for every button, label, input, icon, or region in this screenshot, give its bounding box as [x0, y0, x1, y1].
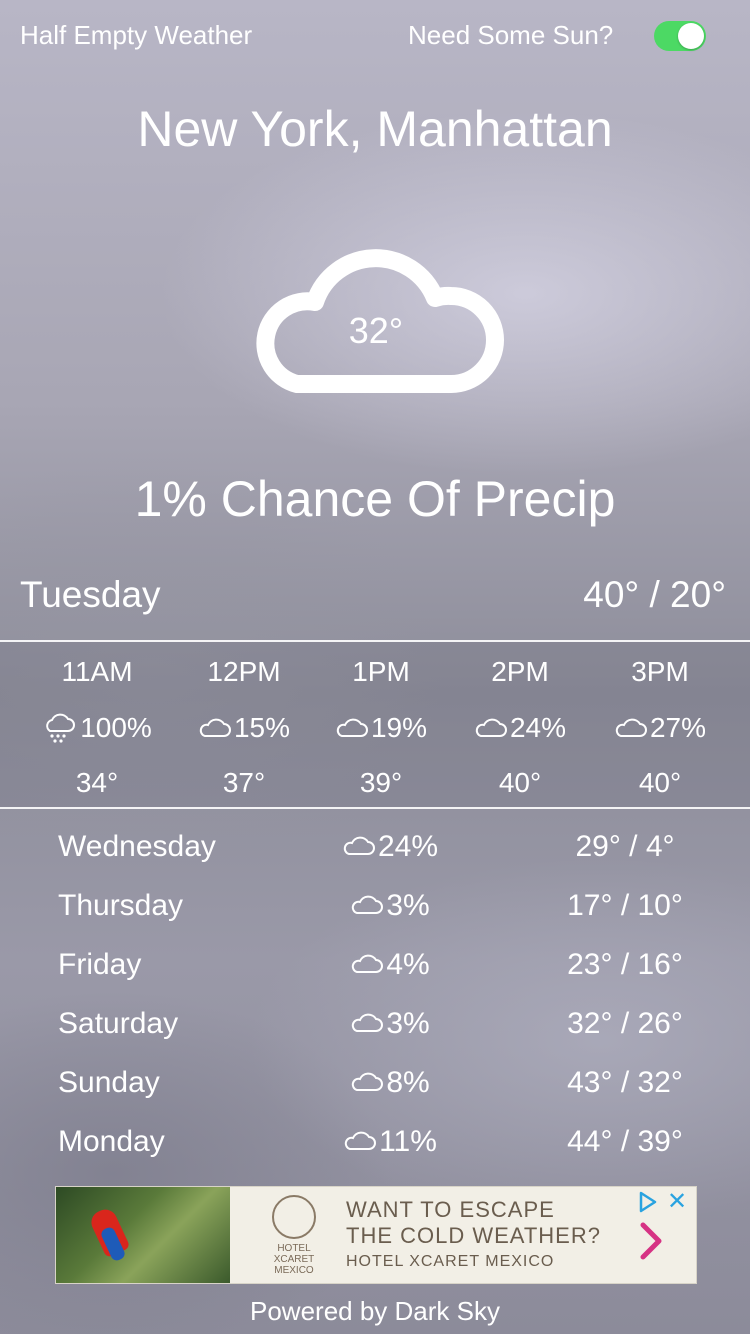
ad-close-button[interactable]: ✕ — [664, 1189, 690, 1215]
sun-toggle-label: Need Some Sun? — [408, 20, 614, 50]
daily-range: 44° / 39° — [567, 1125, 683, 1158]
cloud-icon — [343, 836, 375, 856]
hour-precip: 24% — [450, 712, 590, 744]
hour-precip-value: 15% — [233, 712, 291, 743]
chevron-right-icon[interactable] — [638, 1221, 664, 1261]
cloud-icon — [352, 895, 384, 915]
daily-day: Friday — [58, 948, 142, 981]
hourly-forecast[interactable]: 11AM 100% 34° 12PM 15% 37° 1PM 19% 39° 2… — [0, 642, 750, 808]
cloud-icon — [336, 718, 368, 737]
hour-precip: 100% — [27, 712, 167, 745]
daily-row: Friday 4% 23° / 16° — [0, 948, 750, 998]
app-title: Half Empty Weather — [20, 20, 253, 50]
daily-precip-value: 8% — [386, 1066, 430, 1099]
ad-headline-2: THE COLD WEATHER? — [346, 1223, 601, 1248]
daily-row: Wednesday 24% 29° / 4° — [0, 830, 750, 880]
hour-precip-value: 27% — [649, 712, 707, 743]
hour-time: 12PM — [207, 656, 281, 687]
hour-time: 3PM — [631, 656, 689, 687]
daily-range: 23° / 16° — [567, 948, 683, 981]
hour-precip-value: 19% — [370, 712, 428, 743]
daily-day: Saturday — [58, 1007, 179, 1040]
cloud-icon — [352, 954, 384, 974]
daily-row: Thursday 3% 17° / 10° — [0, 889, 750, 939]
adchoices-icon[interactable] — [634, 1189, 660, 1215]
daily-precip-value: 11% — [379, 1125, 437, 1158]
sun-toggle[interactable] — [654, 21, 706, 51]
hour-time: 2PM — [491, 656, 549, 687]
daily-day: Monday — [58, 1125, 165, 1158]
daily-precip: 3% — [290, 889, 490, 923]
cloud-icon — [344, 1131, 377, 1151]
daily-precip: 8% — [290, 1066, 490, 1100]
hour-temp: 40° — [638, 767, 682, 798]
cloud-icon — [475, 718, 507, 737]
daily-range: 29° / 4° — [575, 830, 675, 863]
divider — [0, 807, 750, 809]
current-temperature: 32° — [348, 310, 404, 351]
daily-day: Wednesday — [58, 830, 216, 863]
toggle-knob — [678, 23, 704, 49]
hour-temp: 39° — [359, 767, 403, 798]
daily-precip-value: 4% — [386, 948, 430, 981]
ad-subline: HOTEL XCARET MEXICO — [346, 1253, 555, 1270]
ad-banner[interactable]: HOTEL XCARET MEXICO WANT TO ESCAPE THE C… — [55, 1186, 697, 1284]
daily-precip: 4% — [290, 948, 490, 982]
hour-precip-value: 100% — [80, 712, 152, 743]
hour-precip-value: 24% — [509, 712, 567, 743]
ad-logo-text: HOTEL XCARET MEXICO — [273, 1243, 315, 1276]
cloud-icon — [615, 718, 647, 737]
hour-temp: 34° — [75, 767, 119, 798]
daily-range: 17° / 10° — [567, 889, 683, 922]
daily-row: Monday 11% 44° / 39° — [0, 1125, 750, 1175]
ad-logo: HOTEL XCARET MEXICO — [262, 1193, 326, 1277]
snow-cloud-icon — [46, 713, 76, 743]
daily-precip: 24% — [290, 830, 490, 864]
precip-chance: 1% Chance Of Precip — [134, 471, 616, 527]
daily-range: 43° / 32° — [567, 1066, 683, 1099]
hour-time: 11AM — [61, 656, 133, 687]
daily-day: Sunday — [58, 1066, 160, 1099]
daily-precip-value: 3% — [386, 889, 430, 922]
cloud-icon — [352, 1072, 384, 1092]
cloud-icon — [199, 718, 231, 737]
daily-precip: 11% — [290, 1125, 490, 1159]
daily-precip: 3% — [290, 1007, 490, 1041]
daily-day: Thursday — [58, 889, 184, 922]
ad-photo — [56, 1187, 230, 1283]
today-range: 40° / 20° — [583, 574, 726, 615]
current-weather-icon: 32° — [245, 230, 507, 396]
location-title: New York, Manhattan — [137, 101, 613, 157]
daily-forecast: Wednesday 24% 29° / 4° Thursday 3% 17° /… — [0, 830, 750, 1180]
hour-precip: 19% — [311, 712, 451, 744]
daily-precip-value: 3% — [386, 1007, 430, 1040]
hour-temp: 40° — [498, 767, 542, 798]
hour-precip: 27% — [590, 712, 730, 744]
daily-row: Sunday 8% 43° / 32° — [0, 1066, 750, 1116]
today-day: Tuesday — [20, 574, 161, 615]
hour-temp: 37° — [222, 767, 266, 798]
daily-precip-value: 24% — [377, 830, 439, 863]
daily-range: 32° / 26° — [567, 1007, 683, 1040]
cloud-icon — [352, 1013, 384, 1033]
hour-precip: 15% — [174, 712, 314, 744]
hour-time: 1PM — [352, 656, 410, 687]
logo-emblem-icon — [272, 1195, 316, 1239]
ad-headline-1: WANT TO ESCAPE — [346, 1197, 555, 1222]
daily-row: Saturday 3% 32° / 26° — [0, 1007, 750, 1057]
powered-by[interactable]: Powered by Dark Sky — [0, 1296, 750, 1327]
